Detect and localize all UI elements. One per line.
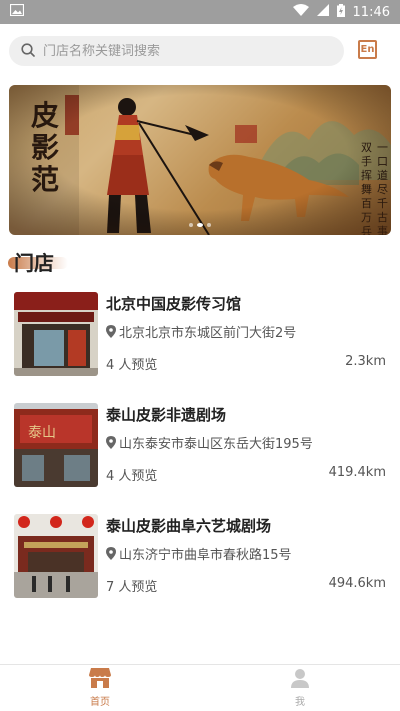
store-card-2[interactable]: 泰山 泰山皮影非遗剧场 山东泰安市泰山区东岳大街195号 4 人预览 419.4… <box>14 403 386 489</box>
store-name: 泰山皮影非遗剧场 <box>106 406 227 424</box>
tab-home[interactable]: 首页 <box>0 665 200 711</box>
svg-text:泰山: 泰山 <box>28 425 56 441</box>
store-distance: 494.6km <box>328 576 386 591</box>
gallery-notification-icon <box>9 3 25 20</box>
search-row: En <box>0 30 400 70</box>
battery-charging-icon <box>336 3 345 21</box>
store-view-count: 7 人预览 <box>106 580 158 595</box>
bottom-tab-bar: 首页 我 <box>0 664 400 711</box>
section-title-text: 门店 <box>14 250 54 275</box>
store-view-count: 4 人预览 <box>106 469 158 484</box>
home-store-icon <box>89 668 111 691</box>
store-card-1[interactable]: 北京中国皮影传习馆 北京北京市东城区前门大街2号 4 人预览 2.3km <box>14 292 386 378</box>
store-address-text: 山东泰安市泰山区东岳大街195号 <box>119 437 313 452</box>
store-thumbnail <box>14 514 98 598</box>
store-name: 泰山皮影曲阜六艺城剧场 <box>106 517 272 535</box>
location-pin-icon <box>106 436 116 449</box>
section-title: 门店 <box>8 247 68 275</box>
carousel-indicator <box>189 223 211 227</box>
store-card-3[interactable]: 泰山皮影曲阜六艺城剧场 山东济宁市曲阜市春秋路15号 7 人预览 494.6km <box>14 514 386 600</box>
tab-home-label: 首页 <box>90 697 110 708</box>
store-view-count: 4 人预览 <box>106 358 158 373</box>
banner-carousel[interactable]: 皮 影 范 一口道尽千古事 双手挥舞百万兵 <box>9 85 391 235</box>
carousel-dot[interactable] <box>207 223 211 227</box>
store-address-text: 山东济宁市曲阜市春秋路15号 <box>119 548 292 563</box>
location-pin-icon <box>106 325 116 338</box>
language-toggle-button[interactable]: En <box>358 40 377 59</box>
store-address: 山东济宁市曲阜市春秋路15号 <box>106 544 292 563</box>
tab-me[interactable]: 我 <box>200 665 400 711</box>
store-distance: 419.4km <box>328 465 386 480</box>
search-icon <box>21 42 35 61</box>
store-distance: 2.3km <box>345 354 386 369</box>
wifi-icon <box>292 4 309 20</box>
carousel-dot-active[interactable] <box>197 223 203 227</box>
status-bar: 11:46 <box>0 0 400 24</box>
banner-image: 皮 影 范 一口道尽千古事 双手挥舞百万兵 <box>9 85 391 235</box>
store-thumbnail: 泰山 <box>14 403 98 487</box>
store-thumbnail <box>14 292 98 376</box>
signal-icon <box>316 4 329 20</box>
search-box[interactable] <box>9 36 344 66</box>
store-address: 山东泰安市泰山区东岳大街195号 <box>106 433 313 452</box>
tab-me-label: 我 <box>295 697 305 708</box>
search-input[interactable] <box>43 43 313 59</box>
status-time: 11:46 <box>352 4 390 20</box>
store-address: 北京北京市东城区前门大街2号 <box>106 322 296 341</box>
user-profile-icon <box>290 668 310 691</box>
store-name: 北京中国皮影传习馆 <box>106 295 242 313</box>
store-address-text: 北京北京市东城区前门大街2号 <box>119 326 297 341</box>
carousel-dot[interactable] <box>189 223 193 227</box>
location-pin-icon <box>106 547 116 560</box>
